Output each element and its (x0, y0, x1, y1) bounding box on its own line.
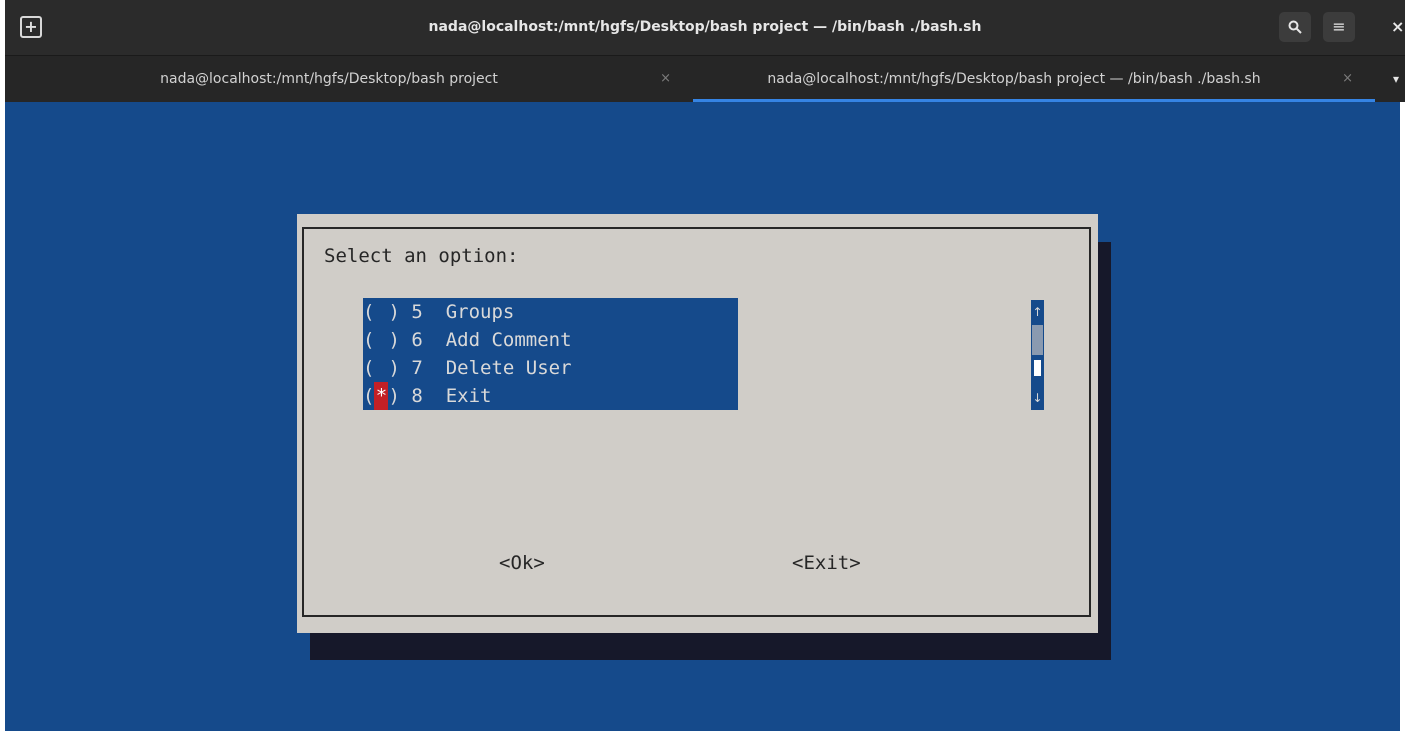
item-number: 5 (411, 301, 423, 323)
menu-icon: ≡ (1332, 17, 1346, 36)
window-title: nada@localhost:/mnt/hgfs/Desktop/bash pr… (428, 19, 982, 35)
window-close-button[interactable]: × (1391, 12, 1405, 42)
tab-bar: nada@localhost:/mnt/hgfs/Desktop/bash pr… (5, 55, 1405, 102)
tab-bash-script[interactable]: nada@localhost:/mnt/hgfs/Desktop/bash pr… (693, 56, 1375, 102)
list-scrollbar[interactable]: ↑ ↓ (1031, 300, 1044, 410)
dialog-border (302, 227, 1091, 617)
radio-item-groups[interactable]: ( ) 5 Groups (363, 298, 514, 326)
item-number: 6 (411, 329, 423, 351)
search-button[interactable] (1279, 12, 1311, 42)
radio-item-exit[interactable]: (*) 8 Exit (363, 382, 491, 410)
scroll-track (1032, 325, 1043, 355)
item-label: Delete User (445, 357, 572, 379)
item-label: Groups (445, 301, 515, 323)
radio-open: ( (363, 385, 375, 407)
scroll-thumb[interactable] (1034, 360, 1041, 376)
tab-list-dropdown-icon[interactable]: ▾ (1393, 72, 1399, 86)
radio-close: ) (388, 301, 400, 323)
item-label: Exit (445, 385, 492, 407)
item-label: Add Comment (445, 329, 572, 351)
tab-label: nada@localhost:/mnt/hgfs/Desktop/bash pr… (767, 71, 1261, 87)
radio-open: ( (363, 329, 375, 351)
exit-button[interactable]: <Exit> (792, 548, 861, 578)
tab-close-icon[interactable]: × (1342, 56, 1353, 102)
tab-label: nada@localhost:/mnt/hgfs/Desktop/bash pr… (160, 71, 498, 87)
dialog-prompt: Select an option: (324, 245, 519, 267)
scroll-down-icon[interactable]: ↓ (1031, 386, 1044, 410)
search-icon (1288, 20, 1302, 34)
hamburger-menu-button[interactable]: ≡ (1323, 12, 1355, 42)
radio-close: ) (388, 385, 400, 407)
title-bar: + nada@localhost:/mnt/hgfs/Desktop/bash … (5, 0, 1405, 55)
radio-mark (374, 354, 388, 382)
radio-mark (374, 298, 388, 326)
tab-bash-project[interactable]: nada@localhost:/mnt/hgfs/Desktop/bash pr… (5, 56, 693, 102)
item-number: 7 (411, 357, 423, 379)
ok-button[interactable]: <Ok> (499, 548, 545, 578)
menu-dialog (297, 214, 1098, 633)
radio-item-add-comment[interactable]: ( ) 6 Add Comment (363, 326, 572, 354)
close-icon: × (1391, 17, 1405, 36)
radio-close: ) (388, 357, 400, 379)
item-number: 8 (411, 385, 423, 407)
tab-close-icon[interactable]: × (660, 56, 671, 102)
radio-mark (374, 326, 388, 354)
radio-mark-selected: * (374, 382, 389, 410)
radio-open: ( (363, 301, 375, 323)
radio-close: ) (388, 329, 400, 351)
radio-item-delete-user[interactable]: ( ) 7 Delete User (363, 354, 572, 382)
scroll-up-icon[interactable]: ↑ (1031, 300, 1044, 324)
radio-open: ( (363, 357, 375, 379)
